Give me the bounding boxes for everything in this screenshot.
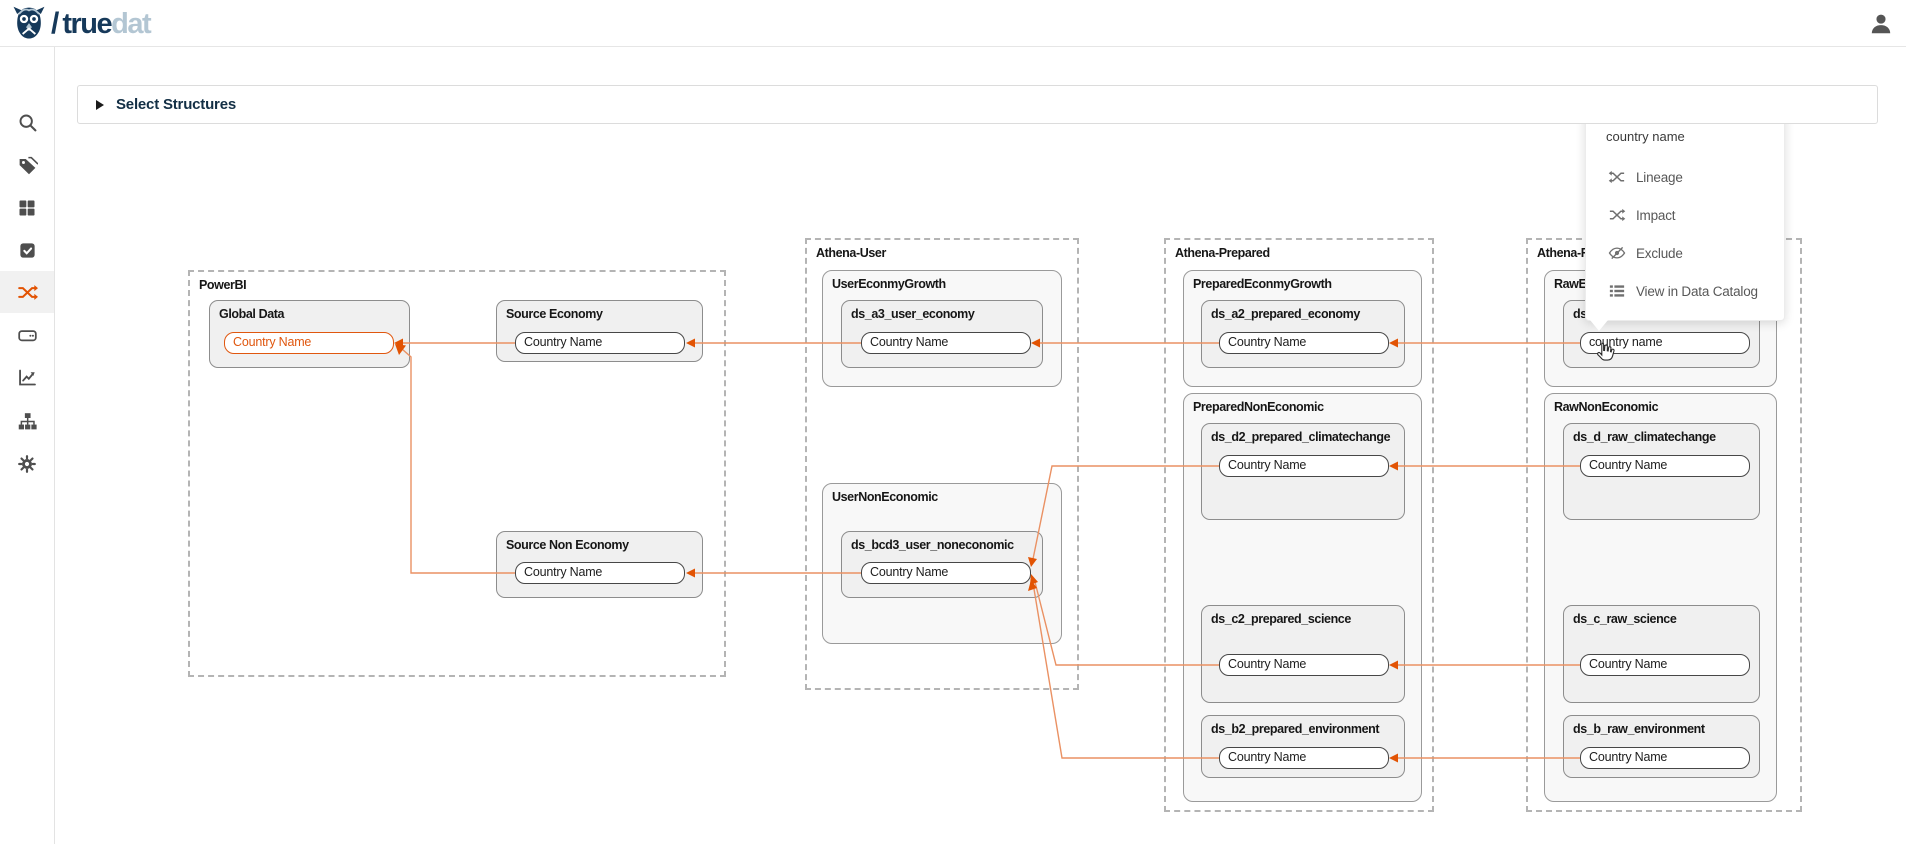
sidebar-item-quality[interactable] — [0, 356, 54, 398]
sidebar-item-search[interactable] — [0, 101, 54, 143]
database-drive-icon — [17, 325, 38, 346]
field-context-menu: country name Lineage Impact — [1585, 112, 1785, 321]
field-source-non-economy-country-name[interactable]: Country Name — [515, 562, 685, 584]
subgroup-label: UserNonEconomic — [832, 490, 938, 504]
node-label: ds_c_raw_science — [1573, 612, 1676, 626]
menu-item-impact[interactable]: Impact — [1586, 196, 1784, 234]
node-label: ds_b_raw_environment — [1573, 722, 1705, 736]
menu-item-label: Exclude — [1636, 246, 1683, 261]
group-label: Athena-User — [816, 246, 886, 260]
group-label: Athena-Prepared — [1175, 246, 1270, 260]
menu-item-label: View in Data Catalog — [1636, 284, 1758, 299]
subgroup-label: UserEconmyGrowth — [832, 277, 946, 291]
grid-icon — [17, 198, 37, 218]
menu-item-view-catalog[interactable]: View in Data Catalog — [1586, 272, 1784, 310]
field-ds-bcd3-country-name[interactable]: Country Name — [861, 562, 1031, 584]
hierarchy-sitemap-icon — [17, 411, 38, 432]
list-icon — [1608, 282, 1626, 300]
lineage-canvas[interactable]: PowerBI Athena-User Athena-Prepared Athe… — [0, 0, 1906, 844]
field-global-data-country-name[interactable]: Country Name — [224, 332, 394, 354]
logo-text-dat: dat — [111, 8, 150, 40]
caret-right-icon — [96, 100, 104, 110]
node-label: ds_b2_prepared_environment — [1211, 722, 1379, 736]
select-structures-panel[interactable]: Select Structures — [77, 85, 1878, 124]
field-ds-d2-country-name[interactable]: Country Name — [1219, 455, 1389, 477]
chart-line-icon — [17, 367, 38, 388]
hand-cursor — [1594, 341, 1616, 365]
owl-logo-icon — [10, 4, 48, 44]
field-ds-b2-country-name[interactable]: Country Name — [1219, 747, 1389, 769]
eye-off-icon — [1608, 244, 1626, 262]
node-label: Global Data — [219, 307, 284, 321]
field-ds-c2-country-name[interactable]: Country Name — [1219, 654, 1389, 676]
check-square-icon — [18, 241, 37, 260]
sidebar-item-tags[interactable] — [0, 144, 54, 186]
field-ds-c-raw-country-name[interactable]: Country Name — [1580, 654, 1750, 676]
context-menu-title: country name — [1606, 129, 1685, 144]
shuffle-icon — [1608, 206, 1626, 224]
node-label: ds_bcd3_user_noneconomic — [851, 538, 1014, 552]
subgroup-label: PreparedNonEconomic — [1193, 400, 1324, 414]
tag-icon — [17, 155, 38, 176]
node-label: ds_c2_prepared_science — [1211, 612, 1351, 626]
top-bar: / truedat — [0, 0, 1906, 47]
menu-item-lineage[interactable]: Lineage — [1586, 158, 1784, 196]
node-label: ds_d_raw_climatechange — [1573, 430, 1716, 444]
subgroup-label: RawNonEconomic — [1554, 400, 1658, 414]
field-ds-a3-country-name[interactable]: Country Name — [861, 332, 1031, 354]
sidebar-item-lineage[interactable] — [0, 271, 54, 313]
context-menu-tail — [1590, 320, 1608, 331]
field-ds-a2-country-name[interactable]: Country Name — [1219, 332, 1389, 354]
node-label: ds_d2_prepared_climatechange — [1211, 430, 1390, 444]
select-structures-label: Select Structures — [116, 96, 236, 113]
gear-icon — [17, 454, 37, 474]
node-label: ds_a2_prepared_economy — [1211, 307, 1360, 321]
group-label: PowerBI — [199, 278, 246, 292]
node-label: ds_a3_user_economy — [851, 307, 974, 321]
node-label: Source Economy — [506, 307, 603, 321]
sidebar-item-taxonomy[interactable] — [0, 400, 54, 442]
search-icon — [17, 112, 38, 133]
truedat-logo[interactable]: / truedat — [10, 4, 150, 44]
sidebar-item-tasks[interactable] — [0, 229, 54, 271]
menu-item-exclude[interactable]: Exclude — [1586, 234, 1784, 272]
sidebar-item-systems[interactable] — [0, 314, 54, 356]
field-ds-b-raw-country-name[interactable]: Country Name — [1580, 747, 1750, 769]
sidebar — [0, 47, 55, 844]
logo-text-true: true — [62, 8, 111, 40]
logo-slash: / — [51, 7, 59, 41]
subgroup-label: PreparedEconmyGrowth — [1193, 277, 1332, 291]
truedat-app: / truedat — [0, 0, 1906, 844]
node-label: Source Non Economy — [506, 538, 629, 552]
shuffle-icon — [17, 282, 38, 303]
sidebar-item-grid[interactable] — [0, 187, 54, 229]
user-icon[interactable] — [1868, 11, 1894, 37]
field-source-economy-country-name[interactable]: Country Name — [515, 332, 685, 354]
menu-item-label: Lineage — [1636, 170, 1683, 185]
menu-item-label: Impact — [1636, 208, 1675, 223]
field-ds-d-raw-country-name[interactable]: Country Name — [1580, 455, 1750, 477]
logo-text: truedat — [62, 8, 150, 41]
merge-arrows-icon — [1608, 168, 1626, 186]
sidebar-item-settings[interactable] — [0, 443, 54, 485]
